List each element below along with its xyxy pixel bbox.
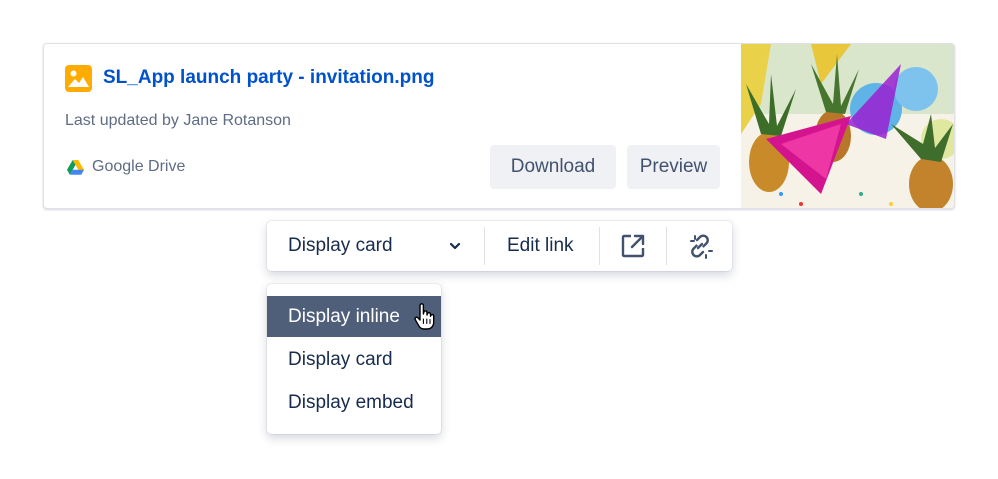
provider-name: Google Drive: [92, 158, 186, 175]
display-mode-select-label: Display card: [288, 235, 393, 256]
open-external-icon: [621, 234, 645, 258]
file-title-link[interactable]: SL_App launch party - invitation.png: [103, 67, 434, 89]
menu-item-label: Display embed: [288, 392, 414, 413]
last-updated-text: Last updated by Jane Rotanson: [65, 112, 291, 129]
edit-link-label: Edit link: [507, 235, 574, 256]
smart-link-card[interactable]: SL_App launch party - invitation.png Las…: [43, 43, 955, 209]
preview-button[interactable]: Preview: [627, 145, 720, 189]
open-link-button[interactable]: [600, 221, 666, 271]
unlink-icon: [690, 234, 713, 259]
menu-item-display-embed[interactable]: Display embed: [267, 382, 441, 423]
display-mode-select[interactable]: Display card: [267, 221, 484, 271]
edit-link-button[interactable]: Edit link: [485, 221, 599, 271]
menu-item-label: Display card: [288, 349, 393, 370]
download-button[interactable]: Download: [490, 145, 616, 189]
unlink-button[interactable]: [667, 221, 733, 271]
chevron-down-icon: [449, 242, 461, 250]
image-file-icon: [65, 65, 92, 92]
link-toolbar: Display card Edit link: [267, 221, 732, 271]
google-drive-icon: [67, 159, 84, 175]
party-pineapples-thumbnail[interactable]: [741, 44, 955, 209]
menu-item-display-inline[interactable]: Display inline: [267, 296, 441, 337]
menu-item-label: Display inline: [288, 306, 400, 327]
display-mode-menu: Display inline Display card Display embe…: [267, 284, 441, 434]
provider: Google Drive: [67, 157, 185, 177]
menu-item-display-card[interactable]: Display card: [267, 339, 441, 380]
